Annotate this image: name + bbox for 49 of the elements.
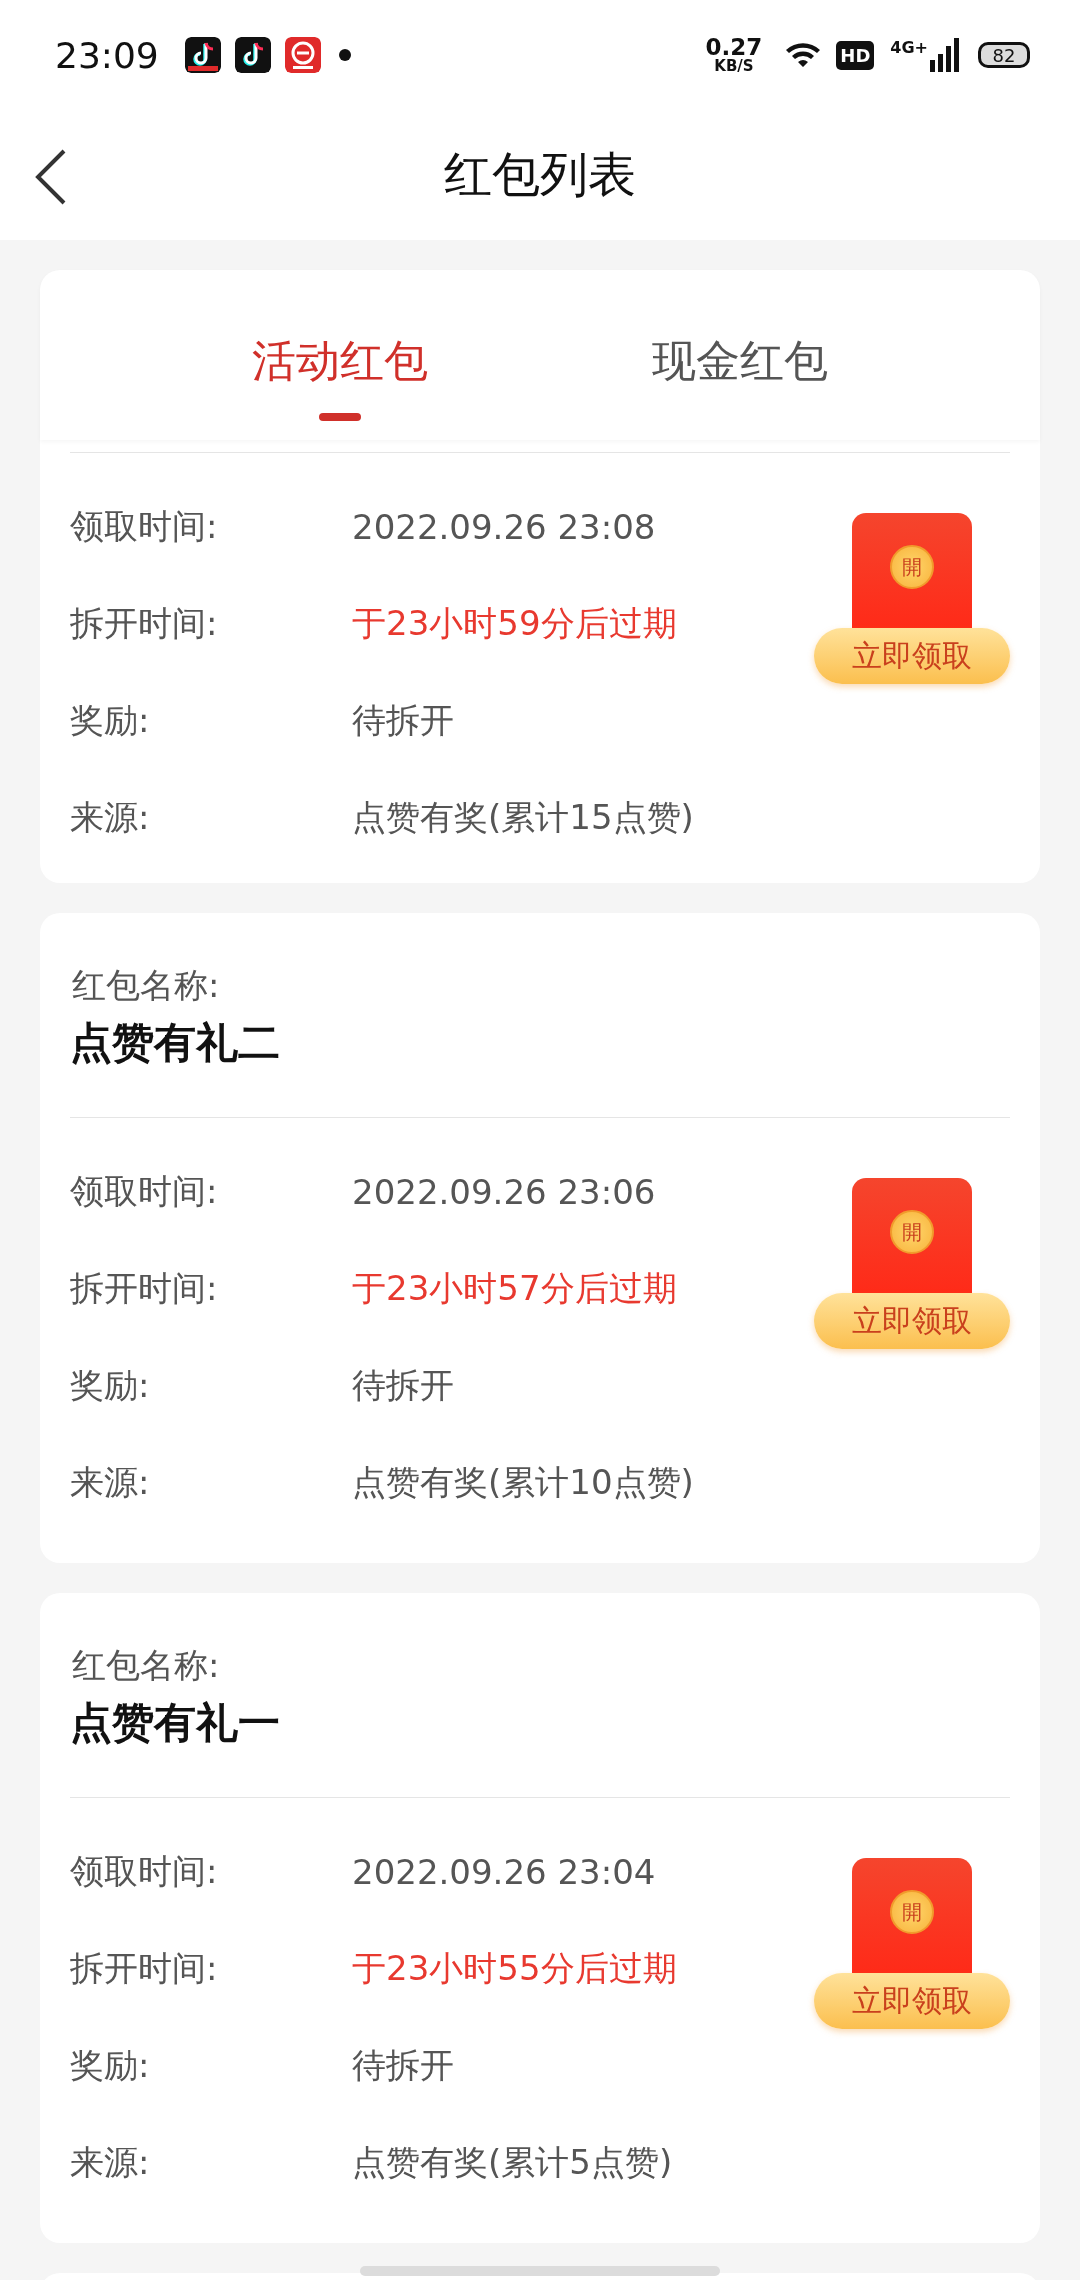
note-app-icon	[184, 37, 221, 73]
packet-name: 点赞有礼一	[70, 1697, 281, 1749]
field-value: 2022.09.26 23:04	[352, 1851, 656, 1892]
field-label: 领取时间:	[70, 1169, 219, 1213]
note-app-icon	[234, 37, 271, 73]
seal-badge: 開	[890, 545, 934, 589]
field-value: 点赞有奖(累计15点赞)	[352, 795, 694, 839]
status-time: 23:09	[55, 34, 159, 76]
network-type: 4G+	[890, 38, 928, 57]
field-label: 领取时间:	[70, 1849, 219, 1893]
field-label: 奖励:	[70, 1363, 151, 1407]
claim-button[interactable]: 立即领取	[814, 1293, 1010, 1349]
field-value: 待拆开	[352, 1363, 454, 1407]
field-value: 待拆开	[352, 698, 454, 742]
field-label: 红包名称:	[72, 964, 221, 1007]
field-value: 2022.09.26 23:06	[352, 1171, 656, 1212]
wifi-icon	[784, 40, 823, 70]
expiry-text: 于23小时57分后过期	[352, 1266, 677, 1310]
network-speed: 0.27	[705, 36, 763, 59]
claim-button[interactable]: 立即领取	[814, 1973, 1010, 2029]
expiry-text: 于23小时55分后过期	[352, 1946, 677, 1990]
field-value: 待拆开	[352, 2043, 454, 2087]
field-label: 拆开时间:	[70, 1946, 219, 1990]
battery-level: 82	[978, 42, 1030, 68]
field-label: 拆开时间:	[70, 1266, 219, 1310]
notification-dot-icon	[338, 49, 351, 61]
back-icon[interactable]	[34, 148, 68, 206]
seal-badge: 開	[890, 1890, 934, 1934]
packet-name: 点赞有礼二	[70, 1017, 281, 1069]
tab[interactable]: 现金红包	[625, 270, 855, 440]
field-value: 点赞有奖(累计10点赞)	[352, 1460, 694, 1504]
seal-badge: 開	[890, 1210, 934, 1254]
field-label: 领取时间:	[70, 504, 219, 548]
field-label: 来源:	[70, 795, 151, 839]
hd-badge: HD	[836, 40, 875, 70]
field-label: 红包名称:	[72, 1644, 221, 1687]
expiry-text: 于23小时59分后过期	[352, 601, 677, 645]
speed-unit: KB/S	[714, 59, 754, 74]
tab[interactable]: 活动红包	[225, 270, 455, 440]
field-label: 奖励:	[70, 698, 151, 742]
claim-button[interactable]: 立即领取	[814, 628, 1010, 684]
field-value: 2022.09.26 23:08	[352, 506, 656, 547]
page-title: 红包列表	[444, 145, 636, 204]
field-value: 点赞有奖(累计5点赞)	[352, 2140, 673, 2184]
field-label: 奖励:	[70, 2043, 151, 2087]
field-label: 来源:	[70, 2140, 151, 2184]
signal-icon	[930, 38, 960, 72]
field-label: 拆开时间:	[70, 601, 219, 645]
field-label: 来源:	[70, 1460, 151, 1504]
